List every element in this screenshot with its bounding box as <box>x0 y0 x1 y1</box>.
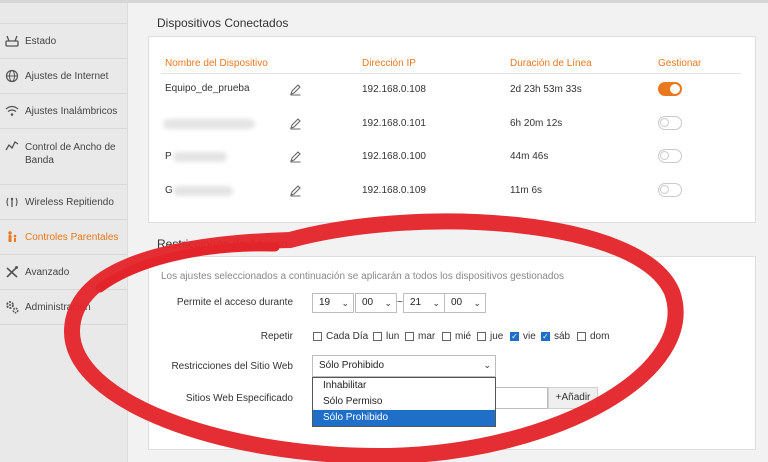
sidebar-item-wireless[interactable]: Ajustes Inalámbricos <box>0 94 127 129</box>
day-checkbox-mie[interactable]: mié <box>442 331 471 342</box>
blurred-device-name <box>163 119 255 129</box>
sidebar-item-label: Controles Parentales <box>25 231 119 243</box>
end-hour-select[interactable]: 21 ⌄ <box>403 293 445 313</box>
family-icon <box>5 230 19 244</box>
day-checkbox-mar[interactable]: mar <box>405 331 435 342</box>
blurred-device-name <box>173 152 227 162</box>
chevron-down-icon: ⌄ <box>473 298 481 308</box>
sidebar-item-bandwidth[interactable]: Control de Ancho de Banda <box>0 129 127 185</box>
option-inhabilitar[interactable]: Inhabilitar <box>313 378 495 394</box>
device-duration: 2d 23h 53m 33s <box>510 84 582 95</box>
sidebar-item-repeater[interactable]: Wireless Repitiendo <box>0 185 127 220</box>
day-checkbox-vie[interactable]: ✓ vie <box>510 331 536 342</box>
table-header-divider <box>161 73 741 74</box>
col-header-ip: Dirección IP <box>362 58 416 69</box>
start-minute-select[interactable]: 00 ⌄ <box>355 293 397 313</box>
chevron-down-icon: ⌄ <box>483 360 491 370</box>
repeat-label: Repetir <box>260 331 293 342</box>
manage-toggle[interactable] <box>658 82 682 96</box>
manage-toggle[interactable] <box>658 116 682 130</box>
restrictions-note: Los ajustes seleccionados a continuación… <box>161 271 565 282</box>
device-duration: 11m 6s <box>510 185 543 196</box>
bandwidth-icon <box>5 139 19 153</box>
device-ip: 192.168.0.108 <box>362 84 426 95</box>
edit-pencil-icon[interactable] <box>289 184 302 197</box>
col-header-name: Nombre del Dispositivo <box>165 58 268 69</box>
manage-toggle[interactable] <box>658 149 682 163</box>
router-icon <box>5 34 19 48</box>
device-name: G <box>165 185 173 196</box>
restrictions-section-title: Restricciones de Acceso <box>157 237 288 251</box>
devices-section-title: Dispositivos Conectados <box>157 16 289 30</box>
blurred-device-name <box>173 186 233 196</box>
day-checkbox-lun[interactable]: lun <box>373 331 399 342</box>
devices-panel: Nombre del Dispositivo Dirección IP Dura… <box>148 36 756 223</box>
chevron-down-icon: ⌄ <box>341 298 349 308</box>
specified-sites-label: Sitios Web Especificado <box>185 393 293 404</box>
globe-icon <box>5 69 19 83</box>
restrictions-panel: Los ajustes seleccionados a continuación… <box>148 256 756 450</box>
start-hour-select[interactable]: 19 ⌄ <box>312 293 354 313</box>
day-checkbox-sab[interactable]: ✓ sáb <box>541 331 570 342</box>
wifi-icon <box>5 104 19 118</box>
col-header-duration: Duración de Línea <box>510 58 592 69</box>
device-ip: 192.168.0.109 <box>362 185 426 196</box>
site-restriction-select[interactable]: Sólo Prohibido ⌄ <box>312 355 496 377</box>
edit-pencil-icon[interactable] <box>289 83 302 96</box>
access-time-label: Permite el acceso durante <box>176 297 293 308</box>
edit-pencil-icon[interactable] <box>289 150 302 163</box>
device-ip: 192.168.0.101 <box>362 118 426 129</box>
sidebar-item-label: Ajustes de Internet <box>25 70 109 82</box>
sidebar-item-label: Wireless Repitiendo <box>25 196 114 208</box>
sidebar-item-estado[interactable]: Estado <box>0 24 127 59</box>
day-checkbox-every[interactable]: Cada Día <box>313 331 368 342</box>
device-duration: 6h 20m 12s <box>510 118 563 129</box>
time-separator: ~ <box>397 297 403 308</box>
sidebar-item-internet[interactable]: Ajustes de Internet <box>0 59 127 94</box>
site-url-input[interactable] <box>496 387 548 409</box>
col-header-manage: Gestionar <box>658 58 702 69</box>
option-solo-prohibido[interactable]: Sólo Prohibido <box>313 410 495 426</box>
chevron-down-icon: ⌄ <box>432 298 440 308</box>
day-checkbox-jue[interactable]: jue <box>477 331 503 342</box>
end-minute-select[interactable]: 00 ⌄ <box>444 293 486 313</box>
day-checkbox-dom[interactable]: dom <box>577 331 609 342</box>
add-site-button[interactable]: +Añadir <box>548 387 598 409</box>
sidebar-item-admin[interactable]: Administración <box>0 290 127 325</box>
sidebar-item-parental[interactable]: Controles Parentales <box>0 220 127 255</box>
edit-pencil-icon[interactable] <box>289 117 302 130</box>
sidebar-item-label: Estado <box>25 35 57 47</box>
device-ip: 192.168.0.100 <box>362 151 426 162</box>
sidebar-item-label: Avanzado <box>25 266 70 278</box>
manage-toggle[interactable] <box>658 183 682 197</box>
sidebar: Estado Ajustes de Internet Ajustes Inalá… <box>0 3 128 462</box>
gears-icon <box>5 300 19 314</box>
sidebar-item-label: Control de Ancho de Banda <box>25 142 116 166</box>
device-name: P <box>165 151 172 162</box>
sidebar-top-spacer <box>0 3 127 24</box>
tools-icon <box>5 265 19 279</box>
device-name: Equipo_de_prueba <box>165 83 250 94</box>
site-restriction-label: Restricciones del Sitio Web <box>171 361 293 372</box>
device-duration: 44m 46s <box>510 151 549 162</box>
option-solo-permiso[interactable]: Sólo Permiso <box>313 394 495 410</box>
main-content: Dispositivos Conectados Nombre del Dispo… <box>128 3 768 462</box>
site-restriction-dropdown[interactable]: Inhabilitar Sólo Permiso Sólo Prohibido <box>312 377 496 427</box>
sidebar-item-label: Ajustes Inalámbricos <box>25 105 118 117</box>
sidebar-item-label: Administración <box>25 301 91 313</box>
chevron-down-icon: ⌄ <box>384 298 392 308</box>
sidebar-item-advanced[interactable]: Avanzado <box>0 255 127 290</box>
repeater-icon <box>5 195 19 209</box>
